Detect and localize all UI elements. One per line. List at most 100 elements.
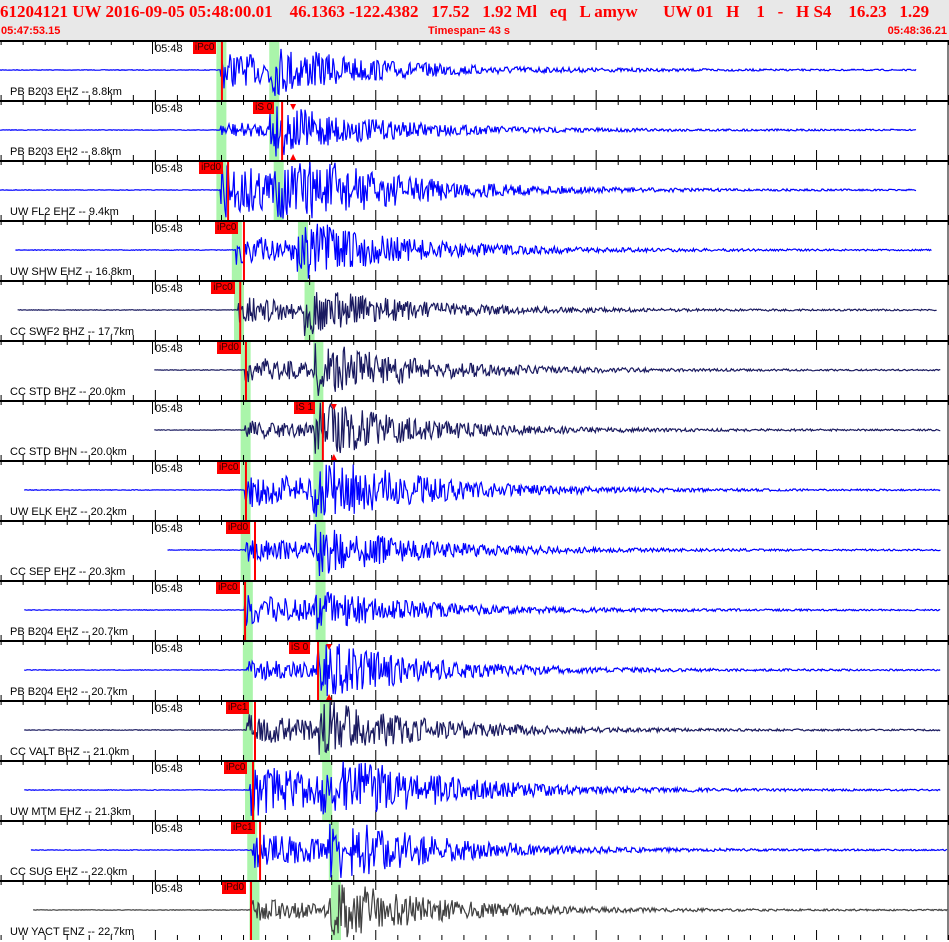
pick-label[interactable]: iPd0	[225, 522, 250, 534]
trace-panel[interactable]	[0, 820, 949, 880]
station-label: PB B203 EHZ -- 8.8km	[10, 86, 122, 98]
trace-panel[interactable]	[0, 160, 949, 220]
station-label: CC VALT BHZ -- 21.0km	[10, 746, 130, 758]
minute-label: 05:48	[155, 223, 183, 235]
minute-tick	[152, 580, 154, 594]
minute-tick	[152, 460, 154, 474]
minute-label: 05:48	[155, 763, 183, 775]
pick-label[interactable]: iPc0	[214, 222, 239, 234]
trace-canvas	[0, 280, 949, 340]
trace-panel[interactable]	[0, 580, 949, 640]
trace-canvas	[0, 580, 949, 640]
trace-panel[interactable]	[0, 700, 949, 760]
seismogram-trace	[154, 402, 941, 454]
event-summary: 61204121 UW 2016-09-05 05:48:00.01 46.13…	[0, 2, 930, 21]
trace-panel[interactable]	[0, 340, 949, 400]
station-label: CC SWF2 BHZ -- 17.7km	[10, 326, 135, 338]
minute-label: 05:48	[155, 43, 183, 55]
event-header: 61204121 UW 2016-09-05 05:48:00.01 46.13…	[0, 0, 949, 40]
seismogram-trace	[17, 292, 937, 336]
minute-tick	[152, 640, 154, 654]
trace-canvas	[0, 220, 949, 280]
trace-canvas	[0, 400, 949, 460]
window-end-time: 05:48:36.21	[887, 25, 947, 37]
minute-tick	[152, 220, 154, 234]
station-label: PB B204 EHZ -- 20.7km	[10, 626, 128, 638]
minute-tick	[152, 820, 154, 834]
station-label: UW SHW EHZ -- 16.8km	[10, 266, 132, 278]
minute-label: 05:48	[155, 823, 183, 835]
station-label: PB B204 EH2 -- 20.7km	[10, 686, 128, 698]
pick-label[interactable]: iPc0	[216, 582, 240, 594]
pick-label[interactable]: iPc1	[231, 822, 255, 834]
trace-canvas	[0, 820, 949, 880]
waveform-panels[interactable]: iPc0 05:48 PB B203 EHZ -- 8.8km iS 0 05:48 PB…	[0, 40, 949, 940]
timespan-label: Timespan= 43 s	[428, 25, 511, 37]
trace-canvas	[0, 700, 949, 760]
station-label: UW YACT ENZ -- 22.7km	[10, 926, 135, 938]
trace-panel[interactable]	[0, 220, 949, 280]
pick-label[interactable]: iPc0	[224, 762, 248, 774]
station-label: PB B203 EH2 -- 8.8km	[10, 146, 122, 158]
trace-panel[interactable]	[0, 460, 949, 520]
trace-panel[interactable]	[0, 400, 949, 460]
pick-label[interactable]: iPc1	[225, 702, 250, 714]
amplitude-marker-icon	[290, 104, 297, 110]
minute-tick	[152, 160, 154, 174]
minute-label: 05:48	[155, 883, 183, 895]
minute-tick	[152, 340, 154, 354]
station-label: CC SUG EHZ -- 22.0km	[10, 866, 128, 878]
station-label: UW FL2 EHZ -- 9.4km	[10, 206, 119, 218]
trace-canvas	[0, 880, 949, 940]
station-label: CC STD BHZ -- 20.0km	[10, 386, 126, 398]
trace-canvas	[0, 760, 949, 820]
minute-label: 05:48	[155, 703, 183, 715]
pick-label[interactable]: iPd0	[216, 342, 241, 354]
seismogram-trace	[0, 162, 917, 219]
trace-panel[interactable]	[0, 640, 949, 700]
trace-panel[interactable]	[0, 280, 949, 340]
trace-canvas	[0, 40, 949, 100]
minute-label: 05:48	[155, 343, 183, 355]
pick-label[interactable]: iPc0	[211, 282, 235, 294]
station-label: UW MTM EHZ -- 21.3km	[10, 806, 131, 818]
pick-label[interactable]: iPc0	[192, 42, 217, 54]
window-start-time: 05:47:53.15	[1, 25, 61, 37]
trace-panel[interactable]	[0, 100, 949, 160]
pick-label[interactable]: iS 0	[289, 642, 311, 654]
pick-label[interactable]: iPc0	[216, 462, 241, 474]
minute-tick	[152, 700, 154, 714]
seismogram-trace	[0, 106, 917, 157]
seismogram-trace	[154, 343, 941, 396]
trace-panel[interactable]	[0, 880, 949, 940]
trace-panel[interactable]	[0, 40, 949, 100]
seismogram-trace	[167, 524, 941, 577]
minute-label: 05:48	[155, 403, 183, 415]
pick-label[interactable]: iPd0	[222, 882, 247, 894]
trace-canvas	[0, 640, 949, 700]
minute-label: 05:48	[155, 283, 183, 295]
trace-panel[interactable]	[0, 520, 949, 580]
minute-label: 05:48	[155, 163, 183, 175]
minute-tick	[152, 880, 154, 894]
trace-canvas	[0, 100, 949, 160]
minute-label: 05:48	[155, 643, 183, 655]
trace-panel[interactable]	[0, 760, 949, 820]
seismogram-trace	[24, 591, 941, 630]
trace-canvas	[0, 340, 949, 400]
pick-label[interactable]: iPd0	[199, 162, 224, 174]
pick-label[interactable]: iS 0	[253, 102, 275, 114]
minute-tick	[152, 100, 154, 114]
minute-tick	[152, 760, 154, 774]
station-label: CC SEP EHZ -- 20.3km	[10, 566, 126, 578]
minute-tick	[152, 280, 154, 294]
station-label: CC STD BHN -- 20.0km	[10, 446, 127, 458]
minute-label: 05:48	[155, 103, 183, 115]
minute-tick	[152, 520, 154, 534]
station-label: UW ELK EHZ -- 20.2km	[10, 506, 127, 518]
trace-canvas	[0, 160, 949, 220]
seismogram-trace	[0, 48, 917, 96]
pick-label[interactable]: iS 1	[293, 402, 316, 414]
minute-label: 05:48	[155, 463, 183, 475]
minute-tick	[152, 400, 154, 414]
